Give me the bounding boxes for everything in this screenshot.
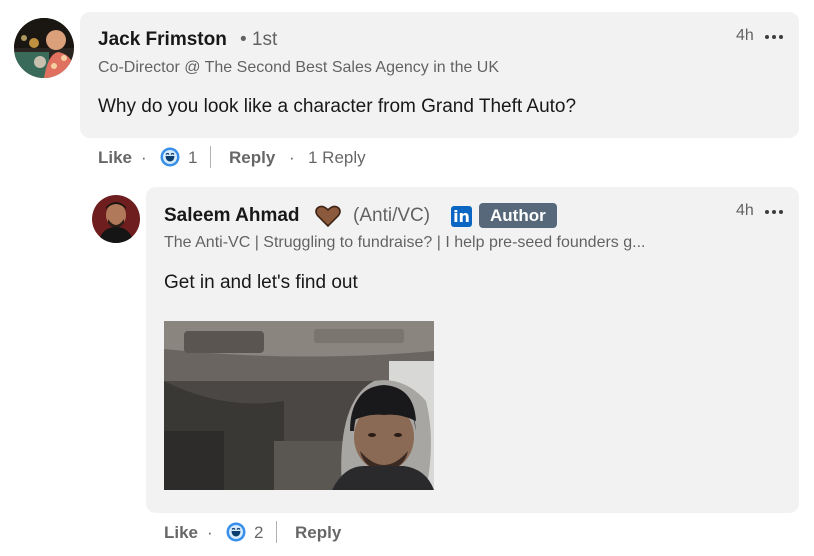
- author-badge: Author: [479, 203, 557, 228]
- comment-time: 4h: [736, 27, 754, 44]
- heart-icon: [315, 205, 341, 228]
- reply-author-name[interactable]: Saleem Ahmad: [164, 205, 300, 227]
- more-options-icon[interactable]: [765, 210, 783, 214]
- replies-count-link[interactable]: 1 Reply: [308, 148, 366, 168]
- connection-degree: • 1st: [240, 29, 278, 50]
- laugh-reaction-icon[interactable]: [160, 147, 180, 167]
- action-dot-separator: ·: [141, 148, 147, 167]
- reply-button[interactable]: Reply: [295, 523, 341, 543]
- jack-avatar[interactable]: [14, 18, 74, 78]
- saleem-avatar[interactable]: [92, 195, 140, 243]
- reply-author-pronoun-tag: (Anti/VC): [353, 205, 431, 226]
- comment-text: Why do you look like a character from Gr…: [98, 96, 577, 117]
- divider: [276, 521, 277, 543]
- action-dot-separator: ·: [289, 148, 295, 167]
- reply-button[interactable]: Reply: [229, 148, 275, 168]
- reaction-count[interactable]: 2: [254, 523, 263, 543]
- reply-text: Get in and let's find out: [164, 272, 358, 293]
- reaction-count[interactable]: 1: [188, 148, 197, 168]
- like-button[interactable]: Like: [164, 523, 198, 543]
- comment-author-name[interactable]: Jack Frimston: [98, 29, 227, 51]
- linkedin-icon: in: [451, 206, 472, 227]
- like-button[interactable]: Like: [98, 148, 132, 168]
- laugh-reaction-icon[interactable]: [226, 522, 246, 542]
- reply-attached-image[interactable]: [164, 321, 434, 490]
- divider: [210, 146, 211, 168]
- reply-time: 4h: [736, 202, 754, 219]
- comment-author-headline: Co-Director @ The Second Best Sales Agen…: [98, 59, 500, 76]
- more-options-icon[interactable]: [765, 35, 783, 39]
- action-dot-separator: ·: [207, 523, 213, 542]
- reply-author-headline: The Anti-VC | Struggling to fundraise? |…: [164, 234, 646, 251]
